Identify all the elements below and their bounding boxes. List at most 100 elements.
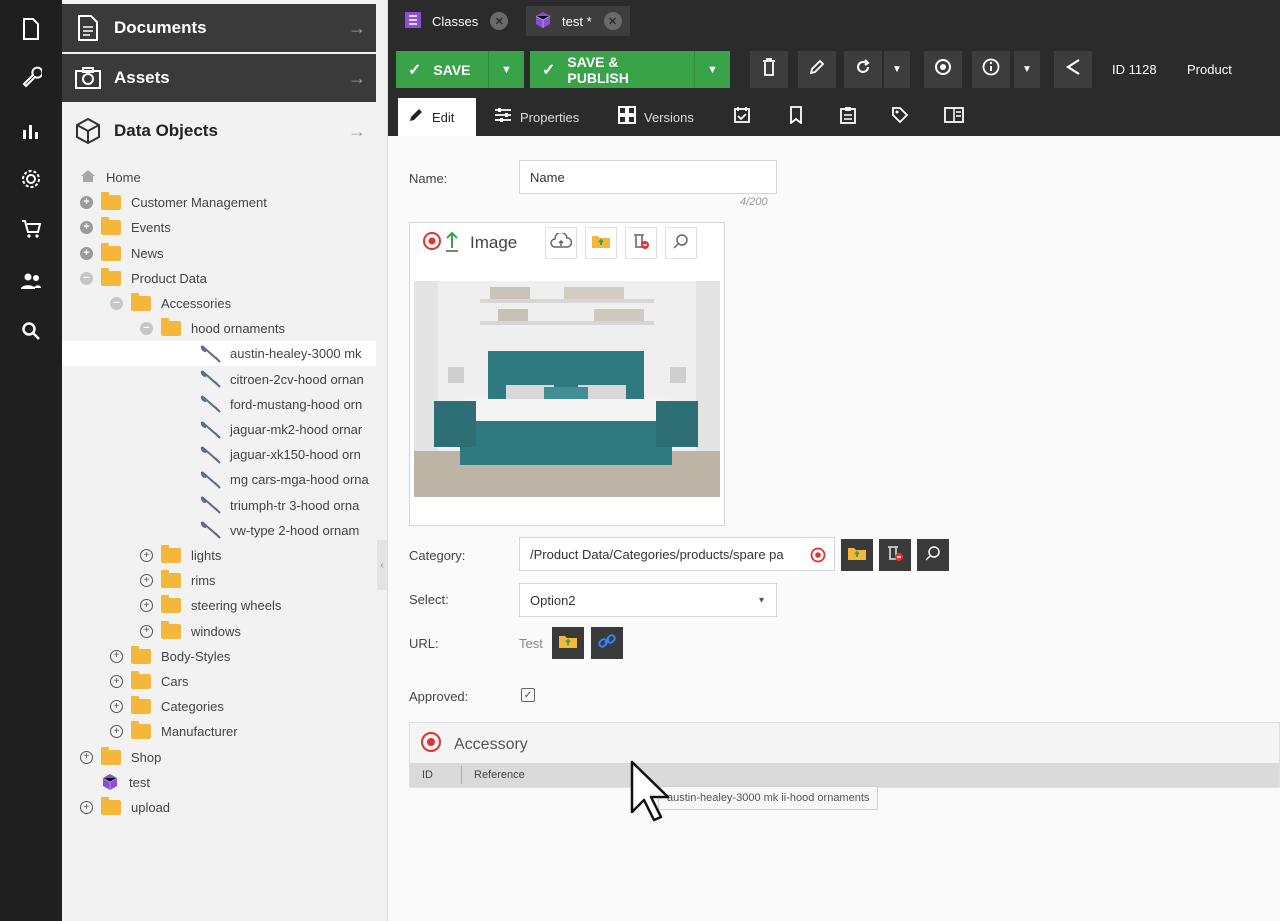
tree-item[interactable]: austin-healey-3000 mk (62, 341, 376, 367)
expand-icon[interactable]: + (110, 700, 123, 714)
collapse-panel-handle[interactable]: ‹ (377, 540, 387, 590)
expand-icon[interactable]: + (110, 725, 123, 739)
expand-icon[interactable]: + (80, 196, 93, 210)
tree-item[interactable]: + windows (140, 619, 241, 644)
target-icon[interactable] (810, 547, 826, 566)
select-dropdown[interactable]: Option2 ▾ (519, 583, 777, 617)
cart-icon[interactable] (18, 216, 44, 242)
tree-item[interactable]: + Events (80, 215, 171, 240)
chevron-down-icon: ▾ (758, 594, 764, 606)
tree-item[interactable]: vw-type 2-hood ornam (200, 518, 359, 543)
tree-item[interactable]: + steering wheels (140, 593, 281, 618)
tree-item[interactable]: ford-mustang-hood orn (200, 392, 362, 417)
tab-bookmark[interactable] (778, 98, 814, 136)
expand-icon[interactable]: + (140, 599, 153, 613)
reload-dropdown-button[interactable]: ▼ (884, 51, 910, 88)
tree-item[interactable]: + Cars (110, 669, 188, 694)
url-value[interactable]: Test (519, 636, 543, 651)
name-input[interactable]: Name (519, 160, 777, 194)
expand-icon[interactable]: + (140, 549, 153, 562)
expand-icon[interactable]: + (140, 574, 153, 588)
tree-item[interactable]: + rims (140, 568, 216, 593)
tab-schedule[interactable] (724, 98, 760, 136)
document-icon[interactable] (18, 16, 44, 42)
clipboard-icon (840, 106, 856, 128)
check-icon: ✓ (408, 61, 422, 79)
tab-edit[interactable]: Edit (398, 98, 476, 136)
delete-button[interactable] (750, 51, 788, 88)
tree-item[interactable]: + upload (80, 795, 170, 820)
info-button[interactable] (972, 51, 1010, 88)
collapse-icon[interactable]: − (80, 271, 93, 285)
tree-item[interactable]: Home (80, 165, 141, 190)
upload-image-button[interactable] (545, 227, 578, 259)
tree-item-label: citroen-2cv-hood ornan (230, 371, 364, 387)
tree-item[interactable]: + lights (140, 543, 221, 568)
close-icon[interactable]: ✕ (603, 12, 622, 30)
tree-item[interactable]: + Body-Styles (110, 644, 230, 669)
tree-item[interactable]: citroen-2cv-hood ornan (200, 367, 364, 392)
expand-icon[interactable]: + (140, 624, 153, 638)
tree-item[interactable]: − Product Data (80, 266, 207, 291)
search-icon[interactable] (18, 318, 44, 344)
tab-test[interactable]: test * ✕ (526, 6, 630, 36)
show-in-tree-button[interactable] (924, 51, 962, 88)
tree-item[interactable]: jaguar-mk2-hood ornar (200, 417, 362, 442)
expand-icon[interactable]: + (110, 649, 123, 663)
assets-section-header[interactable]: Assets → (62, 54, 376, 102)
share-button[interactable] (1054, 51, 1092, 88)
info-dropdown-button[interactable]: ▼ (1014, 51, 1040, 88)
save-and-publish-button[interactable]: ✓ SAVE & PUBLISH (530, 51, 694, 88)
collapse-icon[interactable]: − (110, 297, 123, 310)
save-button[interactable]: ✓ SAVE (396, 51, 488, 88)
tree-item[interactable]: triumph-tr 3-hood orna (200, 493, 359, 518)
expand-icon[interactable]: + (80, 801, 93, 814)
tab-notes[interactable] (830, 98, 866, 136)
expand-icon[interactable]: + (80, 246, 93, 260)
tree-item[interactable]: test (80, 770, 150, 795)
category-clear-button[interactable] (879, 539, 911, 571)
expand-icon[interactable]: + (80, 750, 93, 764)
data-objects-section-header[interactable]: Data Objects → (62, 106, 376, 156)
tree-item[interactable]: + Manufacturer (110, 719, 238, 744)
wrench-icon[interactable] (18, 64, 44, 90)
column-header-id[interactable]: ID (410, 766, 462, 784)
tree-item[interactable]: jaguar-xk150-hood orn (200, 442, 361, 467)
url-open-folder-button[interactable] (552, 627, 584, 659)
chevron-down-icon: ▼ (501, 63, 512, 76)
expand-icon[interactable]: + (110, 675, 123, 688)
tree-item[interactable]: + Shop (80, 745, 161, 770)
tree-item[interactable]: mg cars-mga-hood orna (200, 467, 369, 492)
close-icon[interactable]: ✕ (490, 12, 509, 30)
reload-button[interactable] (844, 51, 882, 88)
users-icon[interactable] (18, 268, 44, 294)
search-image-button[interactable] (665, 227, 698, 259)
tab-classes[interactable]: Classes ✕ (396, 6, 516, 36)
open-image-folder-button[interactable] (585, 227, 618, 259)
expand-icon[interactable]: + (80, 221, 93, 235)
tab-versions[interactable]: Versions (608, 98, 704, 136)
approved-checkbox[interactable]: ✓ (521, 688, 535, 702)
category-input[interactable]: /Product Data/Categories/products/spare … (519, 537, 835, 571)
collapse-icon[interactable]: − (140, 322, 153, 336)
url-edit-link-button[interactable] (591, 627, 623, 659)
tree-item[interactable]: + Customer Management (80, 190, 267, 215)
chart-icon[interactable] (18, 118, 44, 144)
publish-dropdown-button[interactable]: ▼ (694, 51, 730, 88)
tab-preview[interactable] (936, 98, 972, 136)
rename-button[interactable] (798, 51, 836, 88)
tree-item-label: rims (191, 573, 216, 589)
column-header-reference[interactable]: Reference (462, 769, 525, 781)
tree-item[interactable]: − Accessories (110, 291, 231, 316)
tree-item[interactable]: − hood ornaments (140, 316, 285, 341)
category-open-folder-button[interactable] (841, 539, 873, 571)
tree-item[interactable]: + News (80, 241, 164, 266)
tab-tags[interactable] (882, 98, 918, 136)
clear-image-button[interactable] (625, 227, 658, 259)
documents-section-header[interactable]: Documents → (62, 4, 376, 52)
settings-icon[interactable] (18, 166, 44, 192)
tree-item[interactable]: + Categories (110, 694, 224, 719)
category-search-button[interactable] (917, 539, 949, 571)
tab-properties[interactable]: Properties (484, 98, 589, 136)
save-dropdown-button[interactable]: ▼ (488, 51, 524, 88)
